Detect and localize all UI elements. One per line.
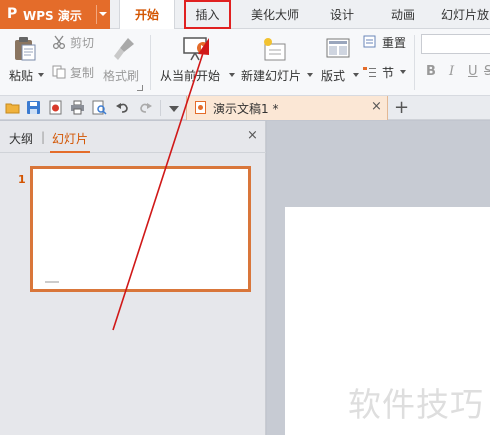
tab-insert[interactable]: 插入: [184, 0, 231, 29]
paste-label: 粘贴: [9, 69, 34, 83]
format-painter-label: 格式刷: [103, 69, 140, 83]
clipboard-icon: [15, 37, 36, 61]
tab-animation[interactable]: 动画: [378, 0, 428, 29]
close-icon[interactable]: ×: [371, 99, 382, 114]
watermark-text: 软件技巧: [348, 385, 484, 424]
customize-quick-access-icon[interactable]: [169, 106, 179, 112]
panel-tabs: 大纲 | 幻灯片 ×: [0, 121, 266, 153]
new-tab-button[interactable]: +: [394, 96, 409, 120]
tab-slides[interactable]: 幻灯片: [52, 130, 88, 147]
paste-button[interactable]: 粘贴: [6, 33, 44, 91]
slideshow-play-icon: [183, 37, 209, 61]
chevron-down-icon: [38, 73, 44, 77]
app-name: WPS 演示: [23, 9, 82, 23]
menu-bar: P WPS 演示 开始 插入 美化大师 设计 动画 幻灯片放: [0, 0, 490, 30]
wps-logo-icon: P: [7, 6, 18, 22]
tab-design[interactable]: 设计: [318, 0, 366, 29]
layout-icon: [326, 38, 350, 58]
ribbon-divider: [150, 35, 151, 90]
save-icon[interactable]: [26, 100, 41, 115]
export-pdf-icon[interactable]: [48, 100, 63, 115]
font-name-box[interactable]: [421, 34, 490, 54]
section-button[interactable]: 节: [361, 64, 411, 84]
chevron-down-icon: [353, 73, 359, 77]
document-tab[interactable]: 演示文稿1 * ×: [186, 96, 388, 120]
print-preview-icon[interactable]: [92, 100, 107, 115]
presentation-file-icon: [195, 101, 206, 114]
italic-button[interactable]: I: [449, 64, 454, 79]
strikethrough-button[interactable]: S: [484, 64, 490, 79]
bold-button[interactable]: B: [426, 64, 436, 79]
redo-icon[interactable]: [138, 100, 153, 115]
new-slide-label: 新建幻灯片: [241, 69, 302, 83]
chevron-down-icon: [400, 70, 406, 74]
active-tab-indicator: [50, 151, 90, 153]
copy-button[interactable]: 复制: [52, 64, 102, 84]
divider: [160, 100, 161, 116]
app-menu-button[interactable]: P WPS 演示: [0, 0, 110, 29]
cut-button[interactable]: 剪切: [52, 34, 102, 54]
reset-button[interactable]: 重置: [361, 34, 411, 54]
layout-label: 版式: [321, 69, 346, 83]
new-slide-icon: [264, 38, 286, 61]
section-icon: [363, 67, 376, 77]
slide-thumbnail[interactable]: [30, 166, 251, 292]
open-folder-icon[interactable]: [5, 100, 20, 115]
tab-outline[interactable]: 大纲: [9, 130, 33, 147]
chevron-down-icon[interactable]: [99, 12, 107, 16]
close-icon[interactable]: ×: [247, 128, 258, 143]
chevron-down-icon: [307, 73, 313, 77]
clipboard-expand-icon[interactable]: [137, 85, 143, 91]
section-label: 节: [382, 66, 395, 80]
chevron-down-icon: [229, 73, 235, 77]
underline-button[interactable]: U: [468, 64, 478, 79]
tab-slideshow[interactable]: 幻灯片放: [440, 0, 490, 29]
undo-icon[interactable]: [115, 100, 130, 115]
copy-icon: [52, 65, 66, 79]
slides-panel: 大纲 | 幻灯片 × 1: [0, 121, 266, 435]
new-slide-button[interactable]: 新建幻灯片: [239, 33, 313, 91]
scissors-icon: [52, 35, 66, 49]
app-button-divider: [96, 5, 97, 24]
thumbnail-footer-mark: [45, 281, 59, 283]
play-from-current-label: 从当前开始: [160, 69, 221, 83]
slide-number: 1: [18, 173, 26, 186]
reset-icon: [363, 35, 376, 48]
copy-label: 复制: [70, 66, 95, 80]
cut-label: 剪切: [70, 36, 95, 50]
layout-button[interactable]: 版式: [318, 33, 359, 91]
tab-separator: |: [41, 130, 46, 144]
print-icon[interactable]: [70, 100, 85, 115]
ribbon-divider: [414, 35, 415, 90]
format-painter-button[interactable]: 格式刷: [103, 33, 145, 91]
ribbon-toolbar: 粘贴 剪切 复制 格式刷 从当前开始 新建幻灯片 版式 重置 节 B I U S: [0, 29, 490, 96]
reset-label: 重置: [382, 36, 407, 50]
document-title: 演示文稿1 *: [213, 102, 279, 116]
format-brush-icon: [114, 38, 134, 60]
play-from-current-button[interactable]: 从当前开始: [158, 33, 236, 91]
tab-home[interactable]: 开始: [119, 0, 175, 30]
tab-beautify-master[interactable]: 美化大师: [242, 0, 308, 29]
